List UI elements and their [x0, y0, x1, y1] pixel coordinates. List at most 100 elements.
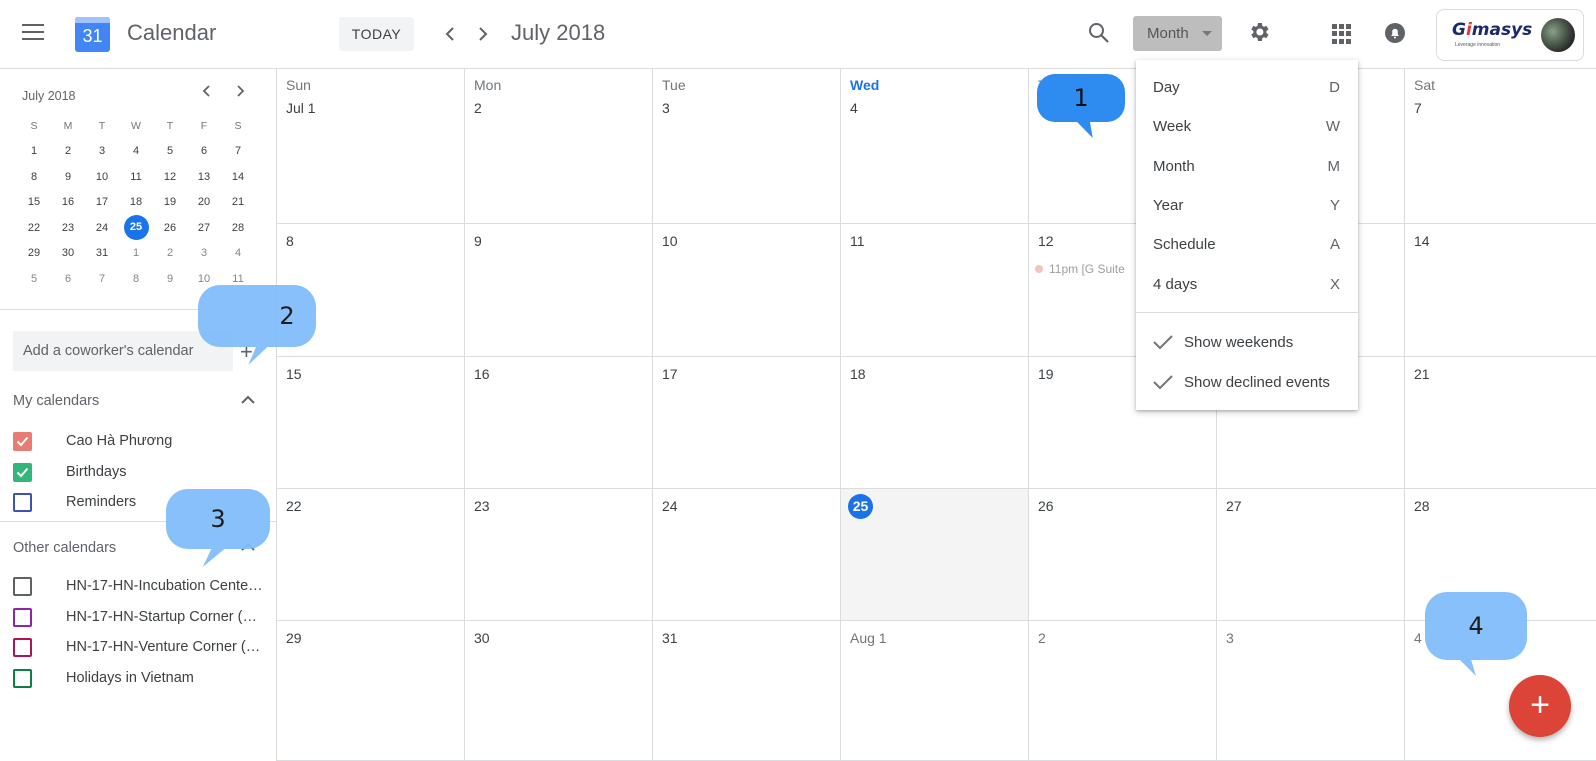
mini-day[interactable]: 30 — [51, 247, 85, 259]
day-cell[interactable]: 31 — [653, 621, 841, 761]
mini-day[interactable]: 13 — [187, 171, 221, 183]
day-number[interactable]: 26 — [1038, 498, 1054, 514]
calendar-list-item[interactable]: Birthdays — [13, 460, 273, 488]
today-button[interactable]: TODAY — [339, 17, 414, 51]
day-number[interactable]: 27 — [1226, 498, 1242, 514]
other-calendars-header[interactable]: Other calendars — [13, 540, 116, 556]
collapse-my-calendars-button[interactable] — [240, 393, 256, 409]
mini-day[interactable]: 2 — [51, 145, 85, 157]
day-cell[interactable]: 18 — [841, 357, 1029, 489]
mini-day[interactable]: 5 — [17, 273, 51, 285]
mini-day[interactable]: 19 — [153, 196, 187, 208]
mini-day[interactable]: 15 — [17, 196, 51, 208]
day-number[interactable]: 22 — [286, 498, 302, 514]
day-number[interactable]: 21 — [1414, 366, 1430, 382]
mini-day[interactable]: 29 — [17, 247, 51, 259]
mini-day[interactable]: 3 — [85, 145, 119, 157]
checkbox-checked[interactable] — [13, 432, 32, 451]
mini-day[interactable]: 2 — [153, 247, 187, 259]
mini-day[interactable]: 26 — [153, 222, 187, 234]
calendar-list-item[interactable]: HN-17-HN-Venture Corner (… — [13, 635, 273, 663]
menu-item-month[interactable]: Month M — [1136, 147, 1358, 185]
day-number[interactable]: 7 — [1414, 100, 1422, 116]
my-calendars-header[interactable]: My calendars — [13, 393, 99, 409]
notifications-bell-icon[interactable] — [1384, 22, 1408, 46]
menu-icon[interactable] — [22, 24, 46, 44]
menu-item-schedule[interactable]: Schedule A — [1136, 225, 1358, 263]
day-cell[interactable]: 27 — [1217, 489, 1405, 621]
menu-toggle-show-weekends[interactable]: Show weekends — [1136, 323, 1358, 361]
search-icon[interactable] — [1088, 22, 1112, 46]
day-cell[interactable]: Mon 2 — [465, 69, 653, 224]
checkbox-unchecked[interactable] — [13, 577, 32, 596]
mini-day[interactable]: 9 — [51, 171, 85, 183]
checkbox-unchecked[interactable] — [13, 668, 32, 688]
day-number[interactable]: 11 — [850, 233, 865, 249]
day-number[interactable]: 31 — [662, 630, 678, 646]
day-number[interactable]: 4 — [850, 100, 858, 116]
event-chip[interactable]: 11pm [G Suite — [1035, 262, 1125, 276]
day-number[interactable]: 23 — [474, 498, 490, 514]
mini-day[interactable]: 8 — [17, 171, 51, 183]
day-cell[interactable]: Sun Jul 1 — [277, 69, 465, 224]
day-number[interactable]: 15 — [286, 366, 302, 382]
day-number[interactable]: 3 — [1226, 630, 1234, 646]
day-cell[interactable]: 22 — [277, 489, 465, 621]
day-number[interactable]: 19 — [1038, 366, 1054, 382]
day-number[interactable]: 17 — [662, 366, 678, 382]
mini-day[interactable]: 17 — [85, 196, 119, 208]
day-cell[interactable]: 2 — [1029, 621, 1217, 761]
create-event-button[interactable]: + — [1509, 675, 1571, 737]
day-cell[interactable]: 9 — [465, 224, 653, 357]
mini-day-today[interactable]: 25 — [119, 215, 153, 241]
day-cell[interactable]: 14 — [1405, 224, 1596, 357]
mini-day[interactable]: 8 — [119, 273, 153, 285]
mini-day[interactable]: 20 — [187, 196, 221, 208]
checkbox-checked[interactable] — [13, 462, 32, 482]
day-cell[interactable]: 26 — [1029, 489, 1217, 621]
day-number[interactable]: 2 — [1038, 630, 1046, 646]
day-number-today[interactable]: 25 — [848, 494, 873, 519]
day-cell[interactable]: 15 — [277, 357, 465, 489]
mini-day[interactable]: 21 — [221, 196, 255, 208]
day-number[interactable]: 18 — [850, 366, 866, 382]
checkbox-unchecked[interactable] — [13, 638, 32, 657]
day-number[interactable]: 2 — [474, 100, 482, 116]
day-cell[interactable]: 24 — [653, 489, 841, 621]
next-period-button[interactable] — [469, 19, 497, 49]
mini-day[interactable]: 5 — [153, 145, 187, 157]
day-cell[interactable]: 17 — [653, 357, 841, 489]
day-number[interactable]: 29 — [286, 630, 302, 646]
day-number[interactable]: 9 — [474, 233, 482, 249]
menu-item-day[interactable]: Day D — [1136, 68, 1358, 106]
mini-day[interactable]: 11 — [221, 273, 255, 285]
mini-day[interactable]: 11 — [119, 171, 153, 183]
mini-day[interactable]: 7 — [221, 145, 255, 157]
gear-icon[interactable] — [1247, 20, 1273, 46]
mini-day[interactable]: 16 — [51, 196, 85, 208]
day-number[interactable]: 8 — [286, 233, 294, 249]
mini-day[interactable]: 28 — [221, 222, 255, 234]
day-cell[interactable]: 3 — [1217, 621, 1405, 761]
menu-item-4-days[interactable]: 4 days X — [1136, 265, 1358, 303]
day-number[interactable]: Jul 1 — [286, 100, 316, 116]
mini-day[interactable]: 10 — [187, 273, 221, 285]
mini-day[interactable]: 31 — [85, 247, 119, 259]
calendar-list-item[interactable]: HN-17-HN-Incubation Cente… — [13, 574, 273, 602]
mini-day[interactable]: 4 — [119, 145, 153, 157]
day-number[interactable]: 4 — [1414, 630, 1422, 646]
day-number[interactable]: 12 — [1038, 233, 1054, 249]
mini-day[interactable]: 7 — [85, 273, 119, 285]
day-cell[interactable]: 16 — [465, 357, 653, 489]
mini-day[interactable]: 1 — [119, 247, 153, 259]
mini-day[interactable]: 9 — [153, 273, 187, 285]
day-number[interactable]: Aug 1 — [850, 630, 887, 646]
day-number[interactable]: 16 — [474, 366, 490, 382]
calendar-list-item[interactable]: Holidays in Vietnam — [13, 666, 273, 694]
menu-toggle-show-declined-events[interactable]: Show declined events — [1136, 363, 1358, 401]
calendar-list-item[interactable]: HN-17-HN-Startup Corner (… — [13, 605, 273, 633]
mini-day[interactable]: 27 — [187, 222, 221, 234]
mini-prev-month-button[interactable] — [197, 84, 217, 102]
day-number[interactable]: 30 — [474, 630, 490, 646]
add-coworker-calendar-input[interactable] — [13, 331, 233, 371]
